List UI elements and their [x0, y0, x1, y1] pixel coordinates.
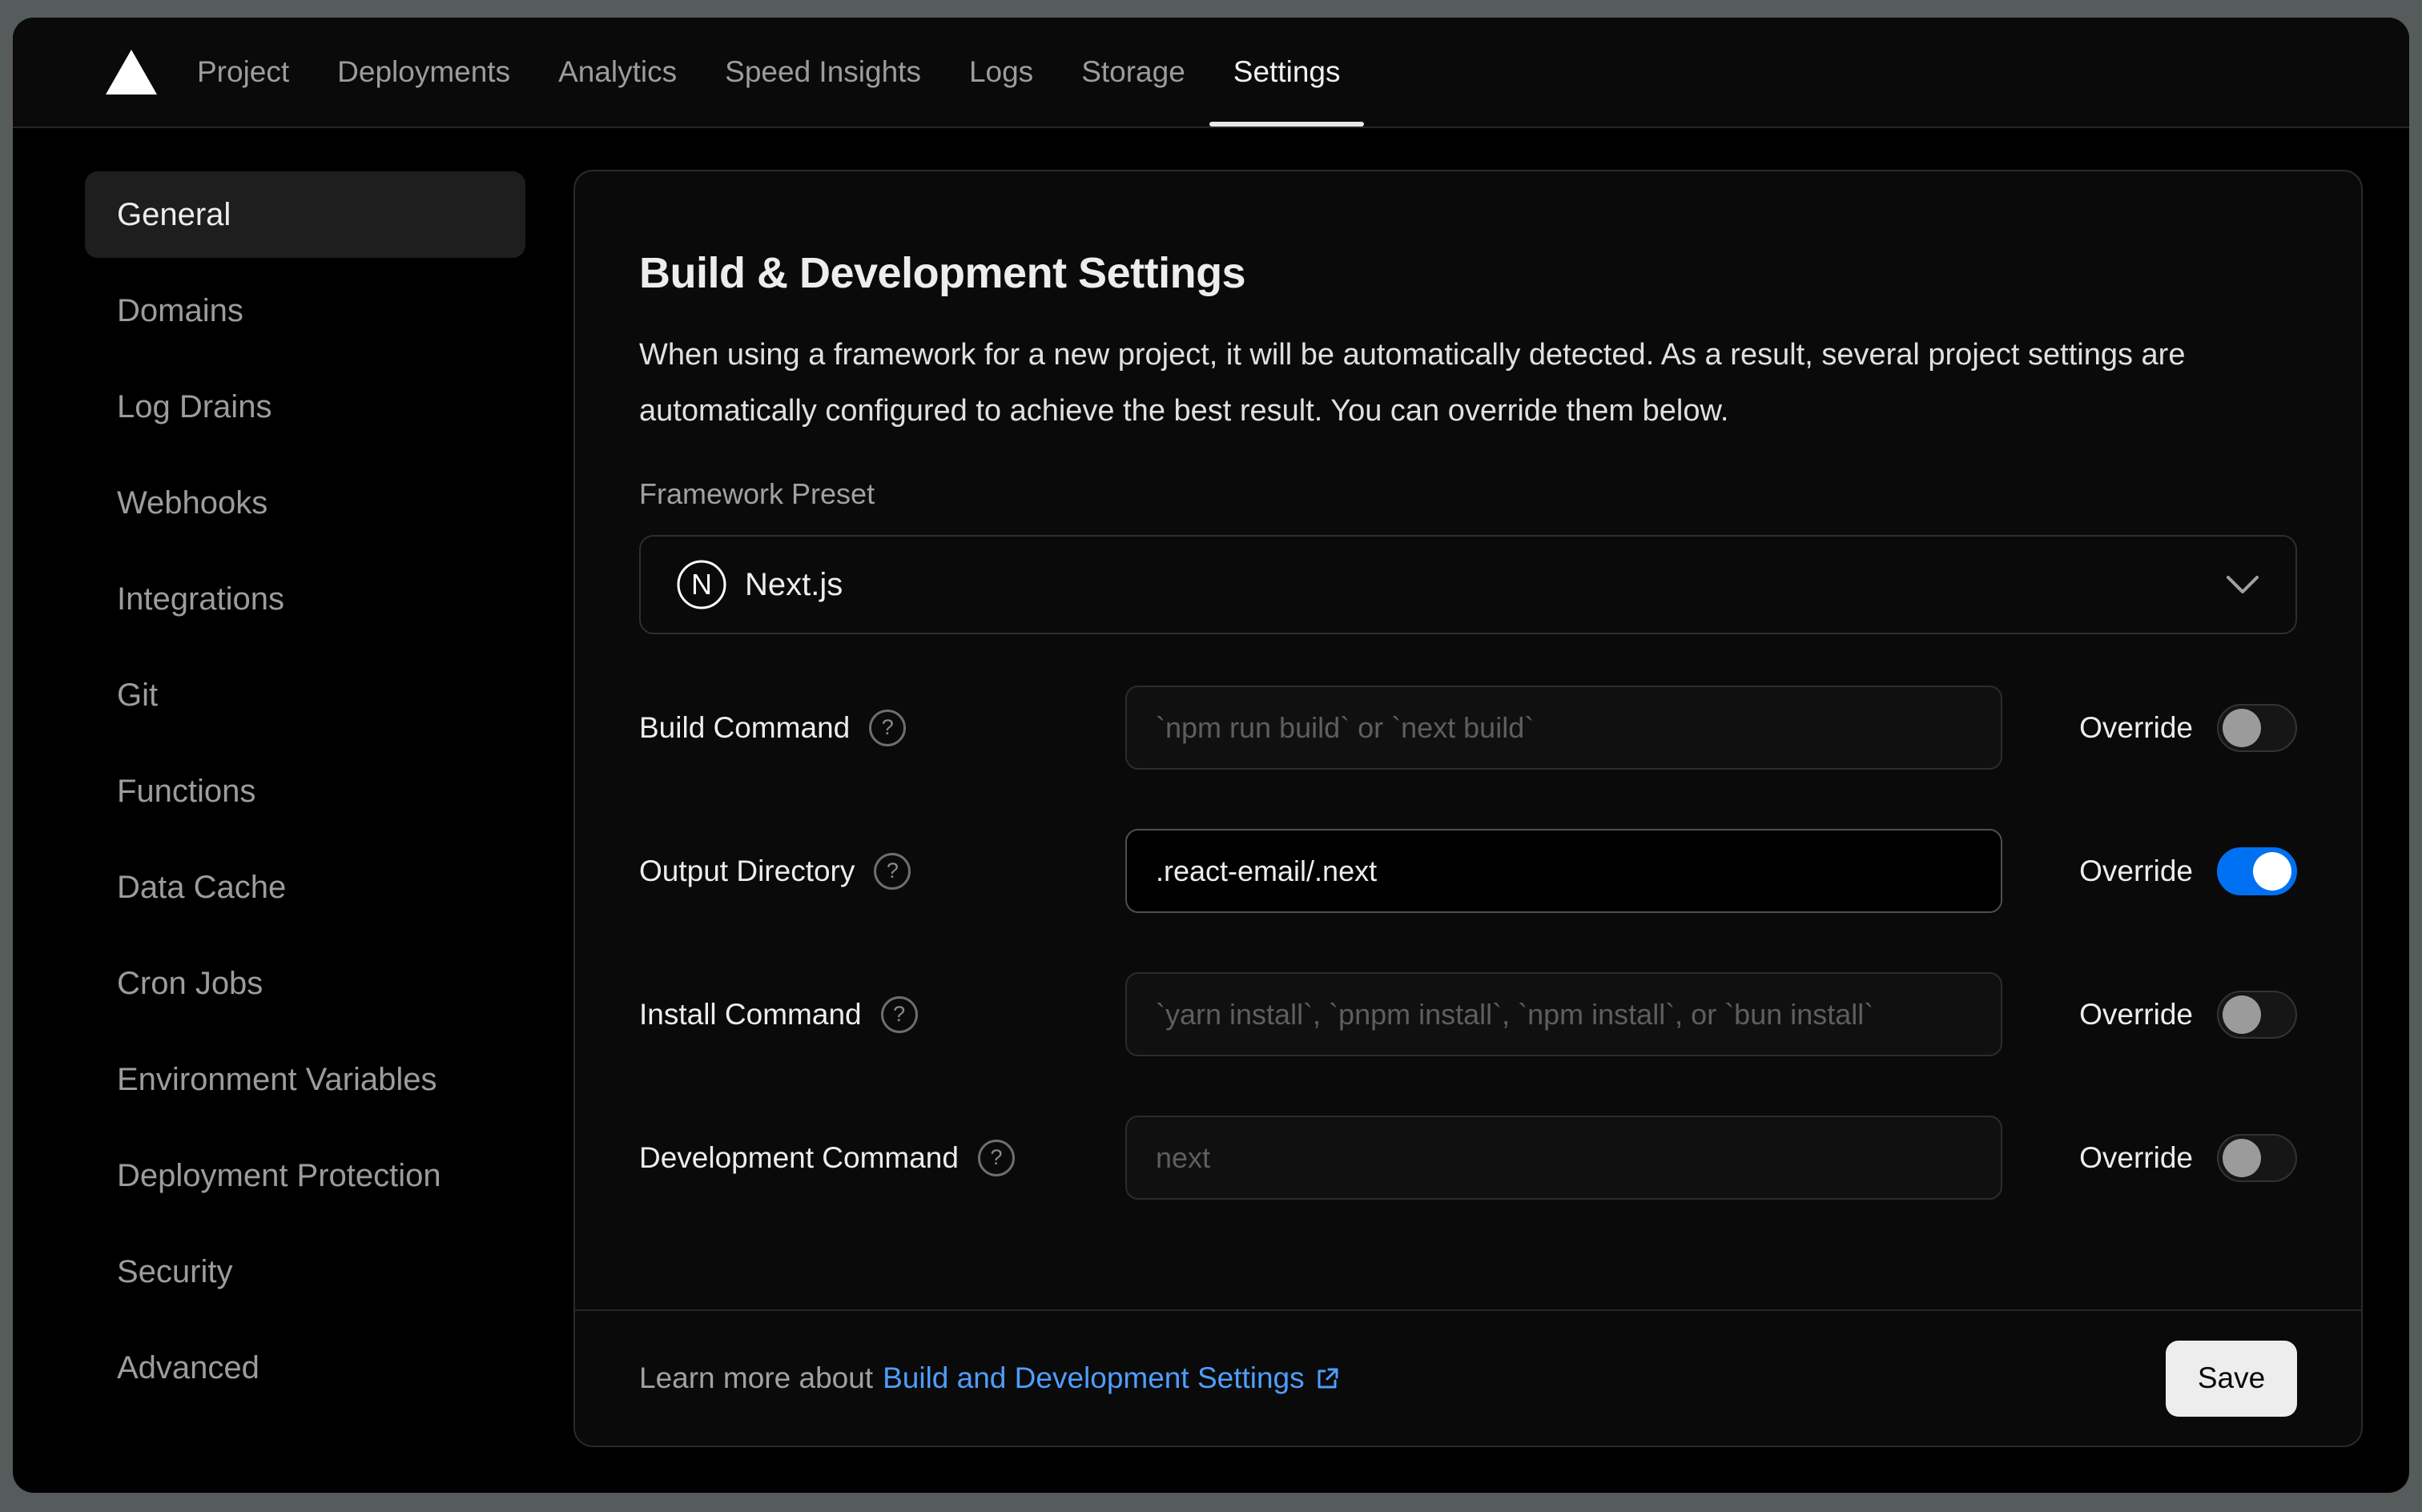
- nav-tab-analytics[interactable]: Analytics: [558, 18, 677, 127]
- build-settings-docs-link[interactable]: Build and Development Settings: [883, 1361, 1342, 1395]
- override-label: Override: [2079, 1140, 2193, 1174]
- sidebar-item-git[interactable]: Git: [85, 652, 525, 738]
- install-command-input[interactable]: [1125, 972, 2002, 1056]
- nav-tab-storage[interactable]: Storage: [1081, 18, 1185, 127]
- development-command-input[interactable]: [1125, 1116, 2002, 1200]
- sidebar-item-cron-jobs[interactable]: Cron Jobs: [85, 940, 525, 1027]
- output-directory-input[interactable]: [1125, 829, 2002, 913]
- help-icon[interactable]: ?: [977, 1139, 1015, 1176]
- build-command-label: Build Command: [639, 710, 851, 744]
- output-directory-label-group: Output Directory ?: [639, 852, 1125, 890]
- nextjs-logo-icon: N: [677, 560, 726, 609]
- build-settings-card: Build & Development Settings When using …: [573, 170, 2363, 1447]
- toggle-knob: [2223, 708, 2261, 747]
- help-icon[interactable]: ?: [874, 852, 911, 890]
- vercel-logo-icon[interactable]: [106, 50, 157, 94]
- override-toggle[interactable]: [2217, 846, 2297, 895]
- nav-tab-speed-insights[interactable]: Speed Insights: [725, 18, 921, 127]
- card-description: When using a framework for a new project…: [639, 338, 2186, 428]
- help-icon[interactable]: ?: [880, 995, 918, 1033]
- output-directory-override: Override: [2079, 846, 2297, 895]
- top-nav: Project Deployments Analytics Speed Insi…: [13, 18, 2409, 128]
- sidebar-item-functions[interactable]: Functions: [85, 748, 525, 834]
- development-command-override: Override: [2079, 1133, 2297, 1182]
- override-label: Override: [2079, 710, 2193, 744]
- install-command-override: Override: [2079, 990, 2297, 1039]
- sidebar-item-advanced[interactable]: Advanced: [85, 1325, 525, 1411]
- sidebar-item-environment-variables[interactable]: Environment Variables: [85, 1036, 525, 1123]
- toggle-knob: [2253, 851, 2291, 891]
- install-command-label-group: Install Command ?: [639, 995, 1125, 1033]
- toggle-knob: [2223, 995, 2261, 1034]
- override-toggle[interactable]: [2217, 1133, 2297, 1182]
- svg-text:N: N: [691, 568, 712, 601]
- settings-sidebar: General Domains Log Drains Webhooks Inte…: [85, 171, 525, 1421]
- help-icon[interactable]: ?: [869, 709, 907, 746]
- install-command-row: Install Command ? Override: [639, 972, 2297, 1056]
- nav-tab-deployments[interactable]: Deployments: [337, 18, 510, 127]
- framework-preset-label: Framework Preset: [639, 477, 875, 510]
- build-command-input[interactable]: [1125, 686, 2002, 770]
- save-button[interactable]: Save: [2166, 1340, 2297, 1417]
- settings-rows: Build Command ? Override Output Director…: [639, 686, 2297, 1200]
- development-command-label-group: Development Command ?: [639, 1139, 1125, 1176]
- sidebar-item-deployment-protection[interactable]: Deployment Protection: [85, 1132, 525, 1219]
- output-directory-row: Output Directory ? Override: [639, 829, 2297, 913]
- sidebar-item-integrations[interactable]: Integrations: [85, 556, 525, 642]
- chevron-down-icon: [2227, 576, 2259, 593]
- output-directory-label: Output Directory: [639, 854, 855, 887]
- sidebar-item-webhooks[interactable]: Webhooks: [85, 460, 525, 546]
- framework-preset-select[interactable]: N Next.js: [639, 535, 2297, 634]
- build-command-override: Override: [2079, 703, 2297, 752]
- override-label: Override: [2079, 854, 2193, 887]
- development-command-row: Development Command ? Override: [639, 1116, 2297, 1200]
- sidebar-item-data-cache[interactable]: Data Cache: [85, 844, 525, 931]
- override-toggle[interactable]: [2217, 703, 2297, 752]
- framework-selected-value: Next.js: [745, 566, 843, 602]
- toggle-knob: [2223, 1138, 2261, 1177]
- override-label: Override: [2079, 997, 2193, 1031]
- nav-tabs: Project Deployments Analytics Speed Insi…: [197, 18, 1365, 127]
- install-command-label: Install Command: [639, 997, 862, 1031]
- nav-tab-project[interactable]: Project: [197, 18, 289, 127]
- build-command-row: Build Command ? Override: [639, 686, 2297, 770]
- external-link-icon: [1318, 1368, 1338, 1389]
- override-toggle[interactable]: [2217, 990, 2297, 1039]
- sidebar-item-domains[interactable]: Domains: [85, 267, 525, 354]
- sidebar-item-log-drains[interactable]: Log Drains: [85, 364, 525, 450]
- nav-tab-settings[interactable]: Settings: [1209, 18, 1365, 127]
- card-body: Build & Development Settings When using …: [575, 171, 2361, 1259]
- development-command-label: Development Command: [639, 1140, 959, 1174]
- learn-more-text: Learn more about Build and Development S…: [639, 1361, 1342, 1395]
- content-area: General Domains Log Drains Webhooks Inte…: [13, 128, 2409, 1493]
- sidebar-item-general[interactable]: General: [85, 171, 525, 258]
- nav-tab-logs[interactable]: Logs: [969, 18, 1033, 127]
- card-title: Build & Development Settings: [639, 249, 1246, 297]
- learn-more-prefix: Learn more about: [639, 1361, 874, 1394]
- build-command-label-group: Build Command ?: [639, 709, 1125, 746]
- app-window: Project Deployments Analytics Speed Insi…: [13, 18, 2409, 1493]
- docs-link-text: Build and Development Settings: [883, 1361, 1305, 1394]
- sidebar-item-security[interactable]: Security: [85, 1228, 525, 1315]
- card-footer: Learn more about Build and Development S…: [575, 1309, 2361, 1446]
